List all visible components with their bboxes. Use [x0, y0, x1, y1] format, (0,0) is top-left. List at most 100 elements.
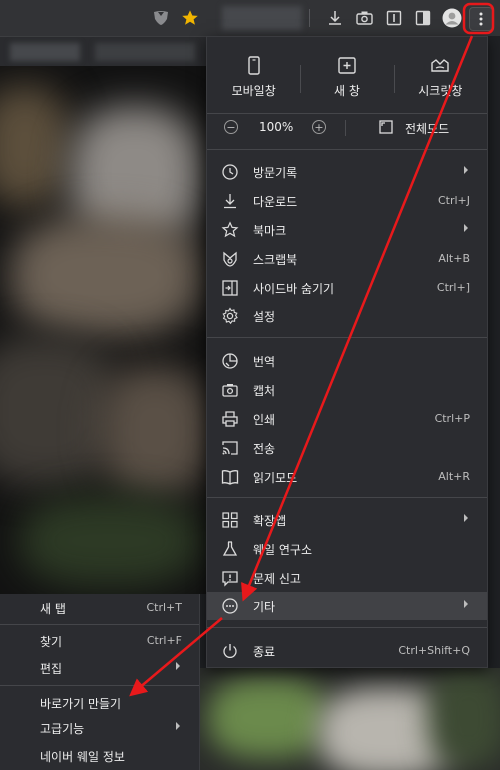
camera-icon[interactable] [353, 7, 375, 29]
quick-action-label: 시크릿창 [418, 84, 463, 98]
sidebar-hide-icon [222, 280, 238, 296]
capture-camera-icon [222, 384, 238, 397]
menu-item-downloads[interactable]: 다운로드 Ctrl+J [207, 187, 487, 215]
menu-item-label: 종료 [253, 645, 276, 659]
blurred-tab [10, 43, 80, 61]
blurred-page-content-bottom [198, 668, 500, 770]
submenu-arrow-icon [464, 514, 468, 522]
submenu-item-find[interactable]: 찾기 Ctrl+F [0, 627, 199, 655]
blurred-tab [95, 43, 195, 61]
menu-item-label: 북마크 [253, 224, 287, 238]
menu-item-shortcut: Ctrl+P [434, 412, 470, 425]
sidebar-panel-icon[interactable] [383, 7, 405, 29]
menu-item-whale-lab[interactable]: 웨일 연구소 [207, 535, 487, 563]
zoom-level: 100% [259, 120, 294, 134]
toolbar-divider [309, 9, 310, 27]
submenu-item-edit[interactable]: 편집 [0, 654, 199, 682]
menu-item-extensions[interactable]: 확장앱 [207, 506, 487, 534]
shield-icon[interactable] [150, 7, 172, 29]
menu-item-history[interactable]: 방문기록 [207, 158, 487, 186]
settings-gear-icon [222, 307, 238, 325]
menu-item-shortcut: Ctrl+J [437, 194, 470, 207]
menu-item-cast[interactable]: 전송 [207, 434, 487, 462]
new-window-icon [338, 57, 356, 74]
submenu-item-label: 고급기능 [40, 722, 85, 736]
submenu-arrow-icon [464, 224, 468, 232]
blurred-address-area [222, 6, 302, 30]
menu-item-bookmarks[interactable]: 북마크 [207, 216, 487, 244]
menu-item-label: 문제 신고 [253, 572, 301, 586]
blurred-page-content [0, 66, 206, 594]
menu-item-capture[interactable]: 캡처 [207, 376, 487, 404]
zoom-out-button[interactable]: − [224, 120, 238, 134]
menu-item-label: 인쇄 [253, 413, 276, 427]
submenu-item-label: 바로가기 만들기 [40, 697, 122, 711]
submenu-arrow-icon [464, 600, 468, 608]
menu-item-translate[interactable]: 번역 [207, 347, 487, 375]
extensions-grid-icon [222, 512, 238, 528]
menu-item-more[interactable]: 기타 [207, 592, 487, 620]
browser-toolbar [0, 0, 500, 36]
quick-action-label: 모바일창 [231, 84, 276, 98]
menu-divider [207, 627, 487, 628]
quick-actions-row: 모바일창 새 창 시크릿창 [207, 51, 487, 111]
submenu-arrow-icon [176, 662, 180, 670]
cast-icon [222, 441, 238, 455]
fullscreen-button[interactable]: 전체모드 [379, 118, 489, 138]
menu-item-label: 번역 [253, 355, 276, 369]
zoom-in-button[interactable]: + [312, 120, 326, 134]
history-icon [222, 164, 238, 180]
incognito-icon [431, 59, 450, 72]
submenu-item-new-tab[interactable]: 새 탭 Ctrl+T [0, 594, 199, 622]
zoom-row: − 100% + 전체모드 [207, 114, 487, 142]
menu-item-shortcut: Ctrl+Shift+Q [398, 644, 470, 657]
submenu-item-advanced[interactable]: 고급기능 [0, 714, 199, 742]
menu-item-hide-sidebar[interactable]: 사이드바 숨기기 Ctrl+] [207, 274, 487, 302]
translate-icon [222, 353, 238, 369]
menu-item-label: 기타 [253, 600, 276, 614]
bookmark-star-icon [221, 221, 239, 238]
more-menu-icon[interactable] [469, 7, 493, 31]
menu-item-label: 읽기모드 [253, 471, 298, 485]
power-icon [223, 644, 237, 658]
reading-mode-icon [221, 470, 239, 485]
menu-item-print[interactable]: 인쇄 Ctrl+P [207, 405, 487, 433]
menu-item-label: 사이드바 숨기기 [253, 282, 335, 296]
fullscreen-label: 전체모드 [405, 122, 450, 136]
menu-item-settings[interactable]: 설정 [207, 302, 487, 330]
submenu-item-create-shortcut[interactable]: 바로가기 만들기 [0, 689, 199, 717]
tab-strip [0, 36, 210, 67]
submenu-item-about-whale[interactable]: 네이버 웨일 정보 [0, 742, 199, 770]
split-view-icon[interactable] [412, 7, 434, 29]
mobile-window-button[interactable]: 모바일창 [207, 51, 300, 111]
menu-item-report-issue[interactable]: 문제 신고 [207, 564, 487, 592]
submenu-item-label: 찾기 [40, 635, 63, 649]
download-icon[interactable] [324, 7, 346, 29]
menu-divider [0, 624, 199, 625]
menu-item-label: 방문기록 [253, 166, 298, 180]
submenu-item-shortcut: Ctrl+F [146, 634, 182, 647]
download-icon [224, 194, 236, 209]
print-icon [222, 411, 238, 427]
menu-divider [207, 149, 487, 150]
submenu-item-shortcut: Ctrl+T [146, 601, 182, 614]
menu-item-label: 설정 [253, 310, 276, 324]
star-icon[interactable] [179, 7, 201, 29]
menu-item-label: 웨일 연구소 [253, 543, 313, 557]
menu-item-label: 전송 [253, 442, 276, 456]
submenu-arrow-icon [176, 722, 180, 730]
menu-item-scrapbook[interactable]: 스크랩북 Alt+B [207, 245, 487, 273]
menu-item-label: 캡처 [253, 384, 276, 398]
menu-item-reading-mode[interactable]: 읽기모드 Alt+R [207, 463, 487, 491]
new-window-button[interactable]: 새 창 [300, 51, 393, 111]
profile-avatar-icon[interactable] [441, 7, 463, 29]
lab-flask-icon [222, 541, 238, 556]
report-issue-icon [222, 571, 238, 587]
menu-item-exit[interactable]: 종료 Ctrl+Shift+Q [207, 637, 487, 665]
submenu-arrow-icon [464, 166, 468, 174]
menu-item-shortcut: Alt+R [438, 470, 470, 483]
main-menu: 모바일창 새 창 시크릿창 − 100% + 전체모드 방문기록 다운로드 Ct… [206, 36, 488, 668]
menu-item-label: 스크랩북 [253, 253, 298, 267]
incognito-window-button[interactable]: 시크릿창 [393, 51, 487, 111]
mobile-icon [247, 56, 260, 75]
